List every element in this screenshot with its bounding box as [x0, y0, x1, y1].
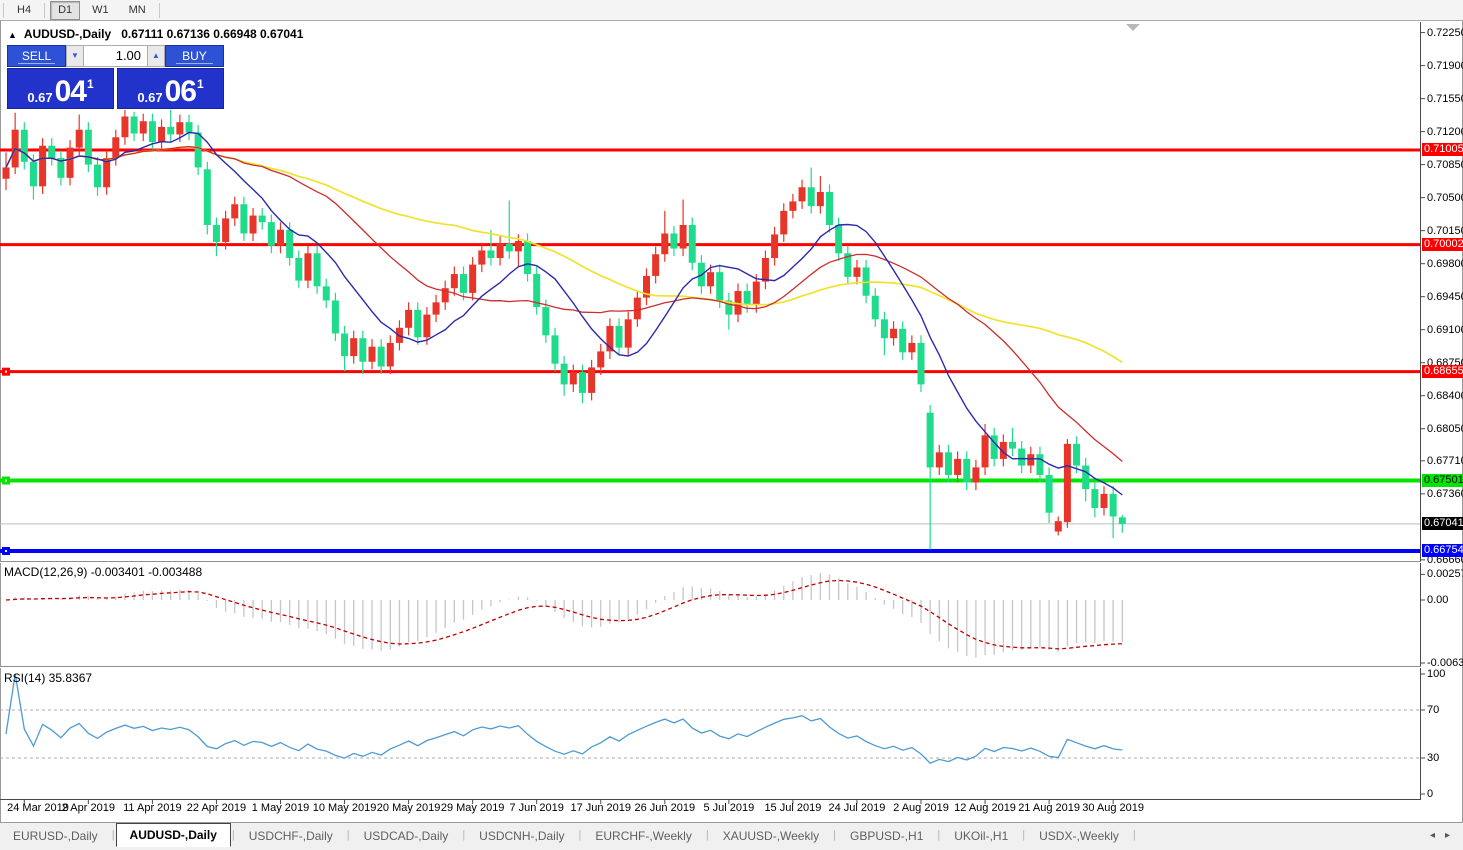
date-tick-label: 5 Jul 2019	[692, 802, 766, 814]
price-tick-label: 0.68050	[1427, 423, 1463, 435]
tab-ukoil-h1[interactable]: UKOil-,H1	[941, 826, 1021, 847]
date-tick-label: 20 May 2019	[372, 802, 446, 814]
timeframe-button-mn[interactable]: MN	[121, 1, 154, 20]
price-tick-label: 0.69800	[1427, 258, 1463, 270]
level-price-label: 0.70002	[1422, 238, 1463, 251]
buy-price-small: 0.67	[137, 90, 162, 105]
date-tick-label: 21 Aug 2019	[1012, 802, 1086, 814]
tab-scroll-left-icon[interactable]: ◂	[1425, 830, 1440, 841]
price-tick-label: 0.71550	[1427, 93, 1463, 105]
date-tick-label: 24 Jul 2019	[820, 802, 894, 814]
tab-usdx-weekly[interactable]: USDX-,Weekly	[1026, 826, 1132, 847]
chart-symbol-period: AUDUSD-,Daily	[24, 27, 111, 41]
level-price-label: 0.68655	[1422, 365, 1463, 378]
date-tick-label: 17 Jun 2019	[564, 802, 638, 814]
level-price-label: 0.71005	[1422, 143, 1463, 156]
price-tick-label: 0.70850	[1427, 159, 1463, 171]
date-tick-label: 1 May 2019	[244, 802, 318, 814]
sell-price-box[interactable]: 0.67 04 1	[7, 68, 114, 109]
level-price-label: 0.67501	[1422, 474, 1463, 487]
date-tick-label: 2 Apr 2019	[51, 802, 125, 814]
tab-scroll-right-icon[interactable]: ▸	[1440, 830, 1455, 841]
spinner-down-icon: ▼	[71, 51, 79, 60]
price-tick-label: 0.68400	[1427, 390, 1463, 402]
buy-price-sup: 1	[197, 69, 204, 99]
chart-window	[0, 21, 1463, 822]
date-tick-label: 2 Aug 2019	[884, 802, 958, 814]
price-tick-label: 0.70500	[1427, 192, 1463, 204]
tab-audusd-daily[interactable]: AUDUSD-,Daily	[116, 823, 231, 847]
buy-price-big: 06	[165, 79, 196, 105]
rsi-tick-label: 70	[1427, 704, 1439, 716]
one-click-trade-panel: SELL ▼ 1.00 ▲ BUY 0.67 04 1 0.67 06 1	[7, 45, 224, 109]
spinner-up-icon: ▲	[152, 51, 160, 60]
volume-decrease-button[interactable]: ▼	[66, 45, 84, 67]
chart-tab-bar: EURUSD-,Daily|AUDUSD-,Daily|USDCHF-,Dail…	[0, 822, 1463, 847]
price-tick-label: 0.67710	[1427, 455, 1463, 467]
current-price-label: 0.67041	[1422, 517, 1463, 530]
rsi-tick-label: 30	[1427, 752, 1439, 764]
price-tick-label: 0.71200	[1427, 126, 1463, 138]
buy-button[interactable]: BUY	[165, 45, 224, 67]
chart-ohlc-values: 0.67111 0.67136 0.66948 0.67041	[121, 27, 303, 41]
macd-tick-label: 0.00	[1427, 594, 1448, 606]
price-tick-label: 0.67360	[1427, 488, 1463, 500]
timeframe-button-w1[interactable]: W1	[84, 1, 117, 20]
date-tick-label: 11 Apr 2019	[115, 802, 189, 814]
tab-eurchf-weekly[interactable]: EURCHF-,Weekly	[582, 826, 704, 847]
tab-eurusd-daily[interactable]: EURUSD-,Daily	[0, 826, 111, 847]
rsi-indicator-label: RSI(14) 35.8367	[4, 671, 92, 685]
tab-gbpusd-h1[interactable]: GBPUSD-,H1	[837, 826, 936, 847]
symbol-marker-icon: ▲	[8, 30, 17, 40]
sell-price-big: 04	[55, 79, 86, 105]
price-tick-label: 0.71900	[1427, 60, 1463, 72]
date-tick-label: 10 May 2019	[308, 802, 382, 814]
macd-indicator-label: MACD(12,26,9) -0.003401 -0.003488	[4, 565, 202, 579]
chart-title: ▲ AUDUSD-,Daily 0.67111 0.67136 0.66948 …	[8, 27, 303, 41]
tab-usdchf-daily[interactable]: USDCHF-,Daily	[236, 826, 346, 847]
tab-separator: |	[1132, 829, 1137, 841]
date-tick-label: 7 Jun 2019	[500, 802, 574, 814]
panel-separator-macd-hl	[0, 562, 1421, 563]
date-tick-label: 26 Jun 2019	[628, 802, 702, 814]
buy-price-box[interactable]: 0.67 06 1	[117, 68, 224, 109]
time-axis-line	[0, 799, 1421, 800]
level-price-label: 0.66754	[1422, 544, 1463, 557]
date-tick-label: 22 Apr 2019	[179, 802, 253, 814]
macd-tick-label: 0.002574	[1427, 568, 1463, 580]
rsi-tick-label: 100	[1427, 668, 1445, 680]
price-tick-label: 0.69450	[1427, 291, 1463, 303]
tab-xauusd-weekly[interactable]: XAUUSD-,Weekly	[710, 826, 832, 847]
price-tick-label: 0.72250	[1427, 27, 1463, 39]
date-tick-label: 12 Aug 2019	[948, 802, 1022, 814]
price-axis-line	[1420, 22, 1421, 799]
rsi-tick-label: 0	[1427, 788, 1433, 800]
timeframe-button-h4[interactable]: H4	[9, 1, 39, 20]
timeframe-toolbar: H4 D1W1MN	[0, 0, 1463, 21]
tab-usdcad-daily[interactable]: USDCAD-,Daily	[351, 826, 462, 847]
sell-price-sup: 1	[87, 69, 94, 99]
chart-shift-marker-icon[interactable]	[1126, 24, 1140, 31]
price-tick-label: 0.69100	[1427, 324, 1463, 336]
timeframe-button-d1[interactable]: D1	[50, 1, 80, 20]
sell-price-small: 0.67	[27, 90, 52, 105]
volume-input[interactable]: 1.00	[84, 45, 147, 67]
date-tick-label: 15 Jul 2019	[756, 802, 830, 814]
volume-increase-button[interactable]: ▲	[147, 45, 165, 67]
tab-usdcnh-daily[interactable]: USDCNH-,Daily	[466, 826, 577, 847]
date-tick-label: 29 May 2019	[436, 802, 510, 814]
panel-separator-rsi-hl	[0, 667, 1421, 668]
sell-button[interactable]: SELL	[7, 45, 66, 67]
price-tick-label: 0.70150	[1427, 225, 1463, 237]
date-tick-label: 30 Aug 2019	[1076, 802, 1150, 814]
